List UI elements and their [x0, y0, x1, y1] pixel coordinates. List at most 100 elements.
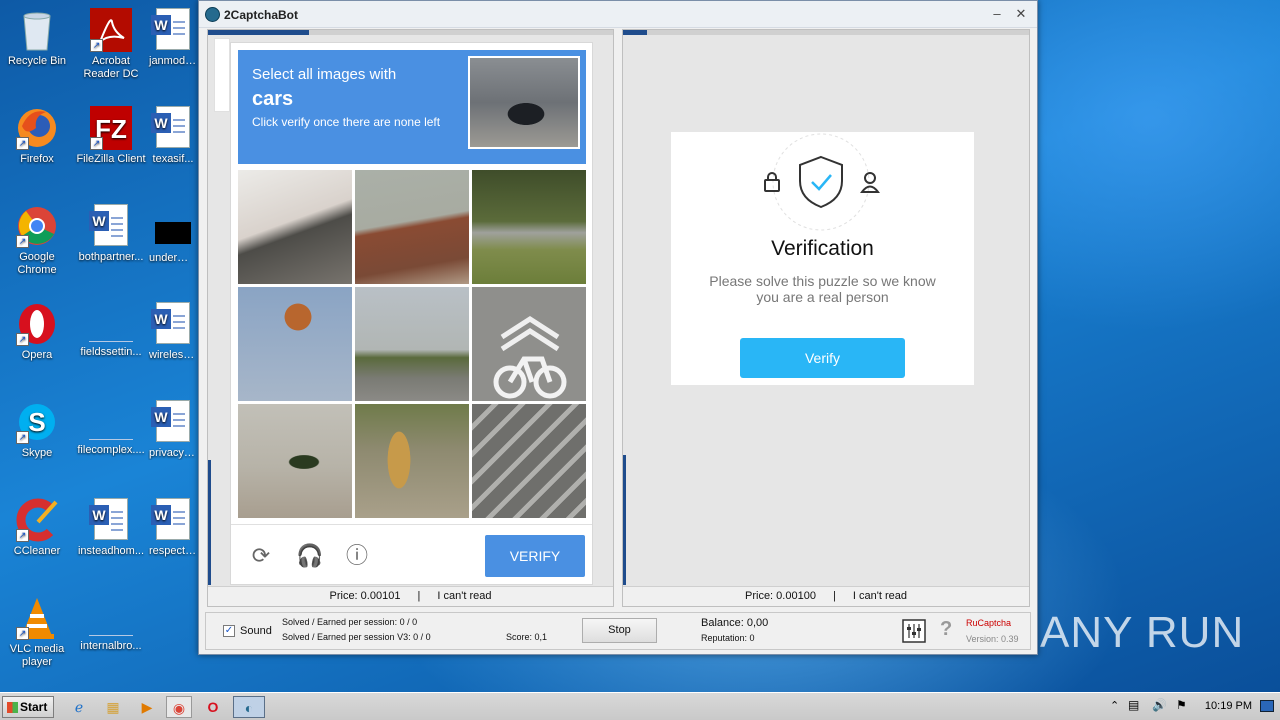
- show-desktop-icon[interactable]: [1260, 700, 1274, 712]
- svg-text:S: S: [28, 407, 45, 437]
- captcha-header: Select all images with cars Click verify…: [238, 50, 586, 164]
- taskbar-media-player-icon[interactable]: ▶: [134, 696, 160, 718]
- left-pane-page: [214, 38, 230, 112]
- blank-file-icon: [89, 310, 133, 342]
- desktop-icon-label: Acrobat Reader DC: [83, 55, 139, 80]
- verify-button[interactable]: Verify: [740, 338, 905, 378]
- left-scroll-indicator[interactable]: [208, 460, 211, 585]
- anyrun-watermark: ANY RUN: [1040, 608, 1245, 657]
- settings-sliders-icon[interactable]: [902, 619, 926, 643]
- firefox-icon: ↗: [16, 106, 58, 150]
- system-tray: ⌃ ▤ 🔊 ⚑ 10:19 PM: [1100, 693, 1280, 720]
- taskbar-2captchabot-icon[interactable]: ◐: [233, 696, 265, 718]
- left-progress-bar: [208, 30, 613, 35]
- word-doc-icon: W: [151, 106, 194, 150]
- left-status-bar: Price: 0.00101 | I can't read: [208, 586, 613, 606]
- shortcut-arrow-icon: ↗: [16, 529, 29, 542]
- word-doc-icon: W: [151, 302, 194, 346]
- audio-challenge-icon[interactable]: 🎧: [296, 543, 323, 569]
- vlc-icon: ↗: [16, 596, 58, 640]
- close-button[interactable]: ✕: [1011, 5, 1031, 23]
- filezilla-icon: FZ ↗: [90, 106, 132, 150]
- window-title: 2CaptchaBot: [224, 8, 299, 22]
- desktop-icon-bothpartner[interactable]: W bothpartner...: [74, 204, 148, 264]
- taskbar-opera-icon[interactable]: O: [200, 696, 226, 718]
- app-window: 2CaptchaBot – ✕ Select all images with c…: [198, 0, 1038, 655]
- help-icon[interactable]: ?: [940, 618, 952, 641]
- desktop-icon-firefox[interactable]: ↗ Firefox: [0, 106, 74, 166]
- captcha-tile[interactable]: [355, 170, 469, 284]
- taskbar-chrome-icon[interactable]: ◉: [166, 696, 192, 718]
- desktop-icon-label: Firefox: [20, 153, 54, 165]
- tray-expand-icon[interactable]: ⌃: [1110, 699, 1119, 712]
- desktop-icon-wirelessn[interactable]: W wirelessn...: [148, 302, 198, 362]
- clock[interactable]: 10:19 PM: [1205, 700, 1252, 712]
- taskbar: Start ℯ ▦ ▶ ◉ O ◐ ⌃ ▤ 🔊 ⚑ 10:19 PM: [0, 692, 1280, 720]
- desktop-icon-label: filecomplex....: [77, 444, 145, 456]
- rucaptcha-brand[interactable]: RuCaptcha: [966, 618, 1011, 628]
- verification-card: Verification Please solve this puzzle so…: [671, 132, 974, 385]
- captcha-tile[interactable]: [472, 170, 586, 284]
- desktop-icon-fieldssettin[interactable]: fieldssettin...: [74, 302, 148, 359]
- captcha-tile[interactable]: [355, 287, 469, 401]
- desktop-icon-label: Recycle Bin: [7, 55, 67, 67]
- desktop-icon-chrome[interactable]: ↗ Google Chrome: [0, 204, 74, 277]
- captcha-footer: ⟳ 🎧 ⓘ VERIFY: [231, 524, 592, 584]
- right-progress-fill: [623, 30, 648, 35]
- tray-volume-icon[interactable]: 🔊: [1152, 698, 1167, 712]
- tray-flag-icon[interactable]: ⚑: [1176, 698, 1187, 712]
- start-button[interactable]: Start: [2, 696, 54, 718]
- desktop-icon-privacym[interactable]: W privacym...: [148, 400, 198, 460]
- desktop-icon-opera[interactable]: ↗ Opera: [0, 302, 74, 362]
- desktop-icon-underman[interactable]: underman...: [148, 204, 198, 265]
- captcha-tile[interactable]: [355, 404, 469, 518]
- desktop-icon-label: Google Chrome: [17, 251, 57, 276]
- desktop-icon-vlc[interactable]: ↗ VLC media player: [0, 596, 74, 669]
- app-version: Version: 0.39: [966, 634, 1019, 644]
- desktop-icon-label: Skype: [21, 447, 53, 459]
- captcha-tile[interactable]: [472, 404, 586, 518]
- captcha-tile[interactable]: [238, 404, 352, 518]
- desktop-icon-internalbro[interactable]: internalbro...: [74, 596, 148, 653]
- tray-network-icon[interactable]: ▤: [1128, 698, 1139, 712]
- shortcut-arrow-icon: ↗: [90, 137, 103, 150]
- desktop-icon-acrobat[interactable]: ↗ Acrobat Reader DC: [74, 8, 148, 81]
- desktop-icon-label: Opera: [21, 349, 53, 361]
- score: Score: 0,1: [506, 632, 548, 642]
- right-price: Price: 0.00100: [745, 590, 816, 602]
- desktop-icon-skype[interactable]: S ↗ Skype: [0, 400, 74, 460]
- minimize-button[interactable]: –: [987, 5, 1007, 23]
- desktop-icon-janmodul[interactable]: W janmodul...: [148, 8, 198, 68]
- captcha-verify-button[interactable]: VERIFY: [485, 535, 585, 577]
- info-icon[interactable]: ⓘ: [344, 543, 370, 569]
- word-doc-icon: W: [151, 498, 194, 542]
- desktop-icon-filezilla[interactable]: FZ ↗ FileZilla Client: [74, 106, 148, 166]
- taskbar-ie-icon[interactable]: ℯ: [66, 696, 92, 718]
- ccleaner-icon: ↗: [16, 498, 58, 542]
- desktop-icon-insteadhom[interactable]: W insteadhom...: [74, 498, 148, 558]
- captcha-tile[interactable]: [472, 287, 586, 401]
- desktop-icon-ccleaner[interactable]: ↗ CCleaner: [0, 498, 74, 558]
- captcha-tile[interactable]: [238, 287, 352, 401]
- solved-earned-v3: Solved / Earned per session V3: 0 / 0: [282, 632, 431, 642]
- captcha-example-image: [468, 56, 580, 149]
- captcha-tile[interactable]: [238, 170, 352, 284]
- desktop-icon-recycle-bin[interactable]: Recycle Bin: [0, 8, 74, 68]
- desktop-icon-texasif[interactable]: W texasif...: [148, 106, 198, 166]
- desktop-icon-respectiv[interactable]: W respectiv...: [148, 498, 198, 558]
- title-bar[interactable]: 2CaptchaBot – ✕: [199, 1, 1037, 28]
- stop-button[interactable]: Stop: [582, 618, 657, 643]
- right-cant-read-link[interactable]: I can't read: [853, 590, 907, 602]
- refresh-icon[interactable]: ⟳: [248, 543, 274, 569]
- taskbar-explorer-icon[interactable]: ▦: [100, 696, 126, 718]
- desktop-icon-label: respectiv...: [149, 545, 198, 557]
- desktop-icon-filecomplex[interactable]: filecomplex....: [74, 400, 148, 457]
- left-price: Price: 0.00101: [329, 590, 401, 602]
- sound-checkbox[interactable]: ✓: [223, 625, 235, 637]
- right-scroll-indicator[interactable]: [623, 455, 626, 585]
- left-cant-read-link[interactable]: I can't read: [437, 590, 491, 602]
- bottom-panel: ✓ Sound Solved / Earned per session: 0 /…: [205, 612, 1031, 650]
- captcha-target-word: cars: [252, 88, 294, 110]
- word-doc-icon: W: [89, 204, 132, 248]
- blank-file-icon: [89, 408, 133, 440]
